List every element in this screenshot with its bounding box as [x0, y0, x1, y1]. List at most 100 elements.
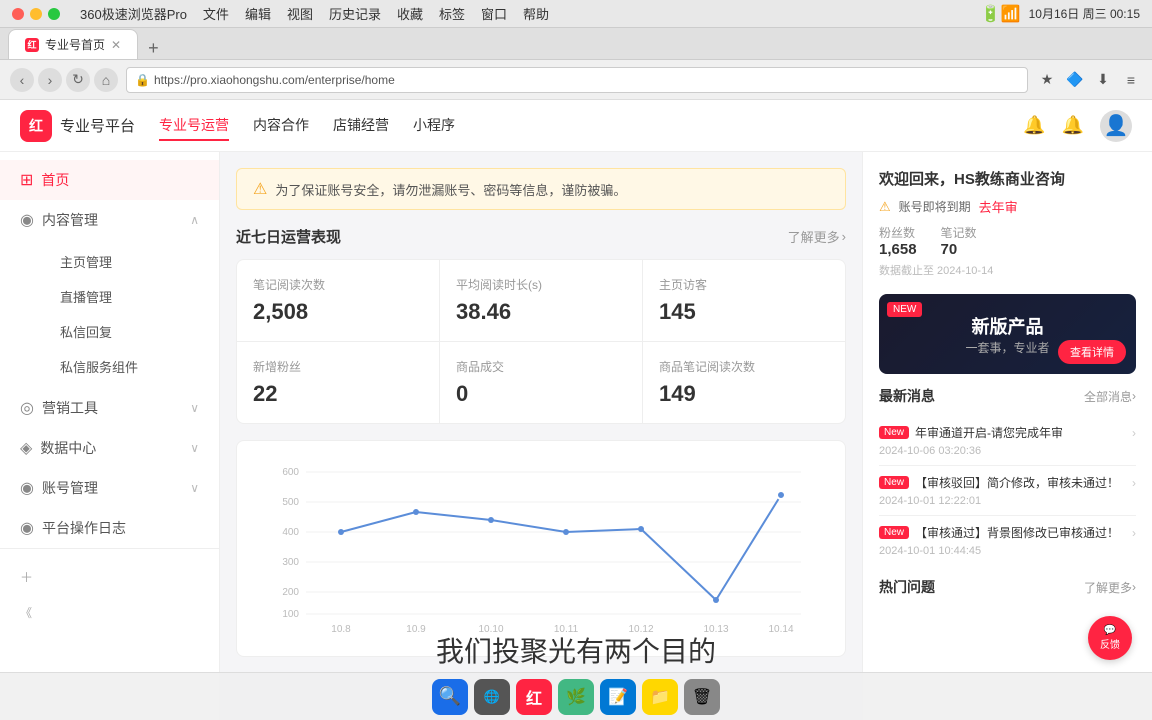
svg-text:10.14: 10.14 — [768, 624, 793, 635]
sidebar-item-marketing[interactable]: ◎ 营销工具 ∨ — [0, 388, 219, 428]
tab-favicon: 红 — [25, 38, 39, 52]
news-item-1[interactable]: New 【审核驳回】简介修改，审核未通过！ › 2024-10-01 12:22… — [879, 466, 1136, 516]
sidebar-item-private-msg[interactable]: 私信回复 — [44, 314, 219, 349]
news-item-0-title: 年审通道开启-请您完成年审 — [915, 424, 1126, 441]
download-button[interactable]: ⬇ — [1092, 69, 1114, 91]
nav-item-professional[interactable]: 专业号运营 — [159, 111, 229, 141]
settings-button[interactable]: ≡ — [1120, 69, 1142, 91]
banner-content: 新版产品 一套事，专业者 — [965, 313, 1049, 356]
followers-stat: 粉丝数 1,658 — [879, 224, 917, 258]
stat-label-4: 商品成交 — [456, 358, 626, 375]
avatar[interactable]: 👤 — [1100, 110, 1132, 142]
dock-app-1[interactable]: 🌐 — [474, 679, 510, 715]
browser-actions: ★ 🔷 ⬇ ≡ — [1036, 69, 1142, 91]
nav-item-content-coop[interactable]: 内容合作 — [253, 111, 309, 141]
menu-file[interactable]: 文件 — [203, 4, 229, 23]
dock-app-2[interactable]: 🌿 — [558, 679, 594, 715]
menu-window[interactable]: 窗口 — [481, 4, 507, 23]
more-link-chevron: › — [842, 229, 846, 244]
stat-value-0: 2,508 — [253, 299, 423, 325]
nav-item-miniapp[interactable]: 小程序 — [413, 111, 455, 141]
header-right: 🔔 🔔 👤 — [1023, 110, 1132, 142]
dock-finder[interactable]: 🔍 — [432, 679, 468, 715]
menu-bar: 360极速浏览器Pro 文件 编辑 视图 历史记录 收藏 标签 窗口 帮助 — [80, 4, 549, 23]
logo-icon: 红 — [20, 110, 52, 142]
stats-more-link[interactable]: 了解更多 › — [788, 227, 846, 246]
minimize-button[interactable] — [30, 8, 42, 20]
news-item-2-chevron: › — [1132, 526, 1136, 540]
news-item-2-title: 【审核通过】背景图修改已审核通过！ — [915, 524, 1126, 541]
dock: 🔍 🌐 红 🌿 📝 📁 🗑 — [0, 672, 1152, 720]
app-body: ⊞ 首页 ◉ 内容管理 ∧ 主页管理 直播管理 私信回复 私信服务组件 ◎ 营销… — [0, 152, 1152, 720]
dock-xiaohongshu[interactable]: 红 — [516, 679, 552, 715]
warning-icon: ⚠ — [879, 199, 891, 215]
sidebar-label-log: 平台操作日志 — [42, 518, 126, 538]
menu-history[interactable]: 历史记录 — [329, 4, 381, 23]
navigation-buttons: ‹ › ↻ ⌂ — [10, 68, 118, 92]
svg-text:300: 300 — [282, 557, 299, 568]
menu-tags[interactable]: 标签 — [439, 4, 465, 23]
dock-app-3[interactable]: 📝 — [600, 679, 636, 715]
svg-text:100: 100 — [282, 609, 299, 620]
tab-close-button[interactable]: ✕ — [111, 38, 121, 52]
menu-view[interactable]: 视图 — [287, 4, 313, 23]
banner-cta-button[interactable]: 查看详情 — [1058, 340, 1126, 364]
stat-label-5: 商品笔记阅读次数 — [659, 358, 829, 375]
notes-value: 70 — [941, 241, 977, 258]
sidebar-add-button[interactable]: ＋ — [0, 557, 219, 596]
tab-bar: 红 专业号首页 ✕ + — [0, 28, 1152, 60]
sidebar-item-live[interactable]: 直播管理 — [44, 279, 219, 314]
feedback-button[interactable]: 💬 反馈 — [1088, 616, 1132, 660]
menu-edit[interactable]: 编辑 — [245, 4, 271, 23]
home-button[interactable]: ⌂ — [94, 68, 118, 92]
menu-help[interactable]: 帮助 — [523, 4, 549, 23]
news-item-2[interactable]: New 【审核通过】背景图修改已审核通过！ › 2024-10-01 10:44… — [879, 516, 1136, 565]
menu-favorites[interactable]: 收藏 — [397, 4, 423, 23]
dock-trash[interactable]: 🗑 — [684, 679, 720, 715]
sidebar-collapse-button[interactable]: 《 — [0, 596, 219, 629]
news-item-1-title: 【审核驳回】简介修改，审核未通过！ — [915, 474, 1126, 491]
address-bar[interactable]: 🔒 https://pro.xiaohongshu.com/enterprise… — [126, 67, 1028, 93]
menu-app[interactable]: 360极速浏览器Pro — [80, 4, 187, 23]
maximize-button[interactable] — [48, 8, 60, 20]
dock-app-4[interactable]: 📁 — [642, 679, 678, 715]
sidebar-item-private-service[interactable]: 私信服务组件 — [44, 349, 219, 384]
news-badge-2: New — [879, 526, 909, 539]
news-item-0[interactable]: New 年审通道开启-请您完成年审 › 2024-10-06 03:20:36 — [879, 416, 1136, 466]
promo-banner[interactable]: NEW 新版产品 一套事，专业者 查看详情 — [879, 294, 1136, 374]
notification-icon[interactable]: 🔔 — [1023, 115, 1045, 136]
svg-text:400: 400 — [282, 527, 299, 538]
nav-item-store[interactable]: 店铺经营 — [333, 111, 389, 141]
add-icon: ＋ — [20, 567, 33, 586]
sidebar-item-main-page[interactable]: 主页管理 — [44, 244, 219, 279]
hot-questions-title: 热门问题 — [879, 577, 935, 597]
new-tab-button[interactable]: + — [140, 38, 167, 59]
back-button[interactable]: ‹ — [10, 68, 34, 92]
collapse-icon: 《 — [20, 604, 32, 621]
extension-button[interactable]: 🔷 — [1064, 69, 1086, 91]
news-all-chevron: › — [1132, 389, 1136, 403]
bell-icon[interactable]: 🔔 — [1062, 115, 1084, 136]
hot-questions-link[interactable]: 了解更多 › — [1084, 579, 1136, 596]
stats-section-title: 近七日运营表现 — [236, 226, 341, 247]
sidebar-label-account: 账号管理 — [42, 478, 98, 498]
logo-area: 红 专业号平台 — [20, 110, 135, 142]
stat-value-3: 22 — [253, 381, 423, 407]
forward-button[interactable]: › — [38, 68, 62, 92]
followers-value: 1,658 — [879, 241, 917, 258]
sidebar-item-content[interactable]: ◉ 内容管理 ∧ — [0, 200, 219, 240]
sidebar-item-platform-log[interactable]: ◉ 平台操作日志 — [0, 508, 219, 548]
news-all-link[interactable]: 全部消息 › — [1084, 388, 1136, 405]
svg-text:10.11: 10.11 — [554, 624, 579, 635]
account-renewal-link[interactable]: 去年审 — [979, 197, 1018, 216]
marketing-chevron-icon: ∨ — [190, 401, 199, 415]
account-warning: ⚠ 账号即将到期 去年审 — [879, 197, 1136, 216]
active-tab[interactable]: 红 专业号首页 ✕ — [8, 29, 138, 59]
hot-questions-link-text: 了解更多 — [1084, 579, 1132, 596]
sidebar-item-home[interactable]: ⊞ 首页 — [0, 160, 219, 200]
sidebar-item-account[interactable]: ◉ 账号管理 ∨ — [0, 468, 219, 508]
bookmark-button[interactable]: ★ — [1036, 69, 1058, 91]
sidebar-item-data[interactable]: ◈ 数据中心 ∨ — [0, 428, 219, 468]
reload-button[interactable]: ↻ — [66, 68, 90, 92]
close-button[interactable] — [12, 8, 24, 20]
